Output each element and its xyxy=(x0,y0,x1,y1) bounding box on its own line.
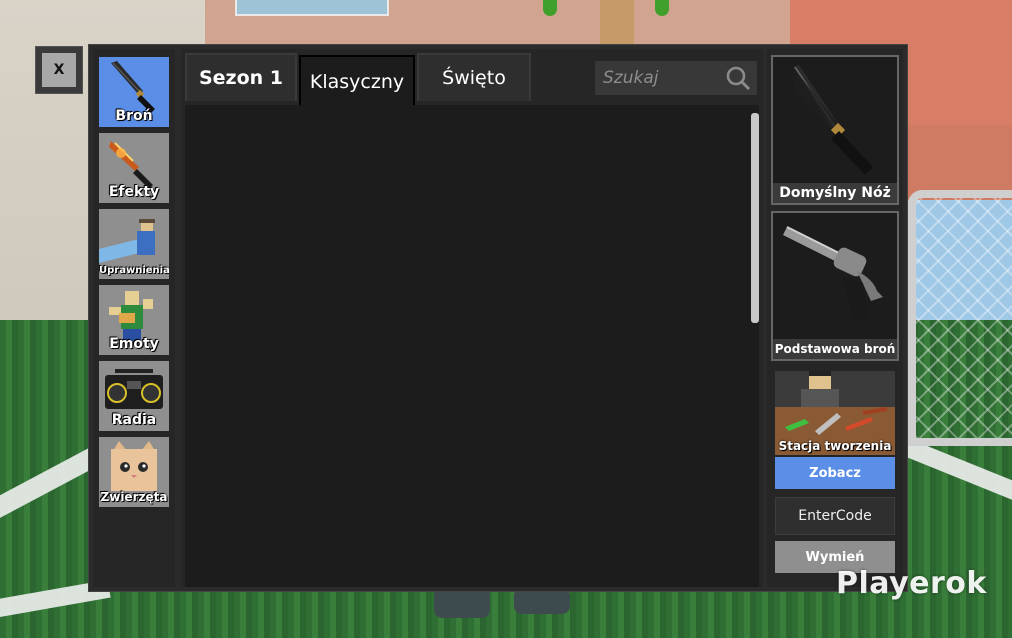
inventory-panel: Broń Efekty Uprawnienia Emoty Radia Zwie… xyxy=(88,44,908,592)
category-label: Radia xyxy=(111,412,157,428)
category-weapons[interactable]: Broń xyxy=(99,57,169,127)
watermark-text: Playerok xyxy=(836,566,987,601)
category-label: Broń xyxy=(115,108,153,124)
default-knife-icon xyxy=(792,65,873,175)
equipped-gun-slot[interactable]: Podstawowa broń xyxy=(771,211,899,361)
items-grid xyxy=(185,105,759,587)
category-label: Efekty xyxy=(108,184,160,200)
category-label: Zwierzęta xyxy=(100,490,168,504)
search-input[interactable] xyxy=(595,61,719,95)
category-pets[interactable]: Zwierzęta xyxy=(99,437,169,507)
equipped-knife-slot[interactable]: Domyślny Nóż xyxy=(771,55,899,205)
equipped-gun-label: Podstawowa broń xyxy=(773,339,897,359)
search-icon[interactable] xyxy=(725,65,751,91)
category-effects[interactable]: Efekty xyxy=(99,133,169,203)
category-perks[interactable]: Uprawnienia xyxy=(99,209,169,279)
search-box xyxy=(595,61,757,95)
items-area: Sezon 1 Klasyczny Święto xyxy=(181,49,763,587)
crafting-label: Stacja tworzenia xyxy=(778,439,892,453)
tab-season-1[interactable]: Sezon 1 xyxy=(185,53,297,101)
enter-code-input[interactable] xyxy=(775,497,895,535)
player-foot xyxy=(434,588,490,618)
equipped-panel: Domyślny Nóż Podstawowa broń Stacja twor… xyxy=(767,49,903,587)
tab-classic[interactable]: Klasyczny xyxy=(299,55,415,107)
category-label: Uprawnienia xyxy=(99,265,169,276)
tab-holiday[interactable]: Święto xyxy=(417,53,531,101)
category-emotes[interactable]: Emoty xyxy=(99,285,169,355)
category-radios[interactable]: Radia xyxy=(99,361,169,431)
close-button[interactable]: X xyxy=(42,53,76,87)
soccer-goal xyxy=(908,190,1012,446)
close-button-frame: X xyxy=(35,46,83,94)
crafting-station: Stacja tworzenia Zobacz xyxy=(775,371,895,489)
view-crafting-button[interactable]: Zobacz xyxy=(775,457,895,489)
revolver-icon xyxy=(783,226,883,323)
scrollbar[interactable] xyxy=(751,113,759,323)
equipped-knife-label: Domyślny Nóż xyxy=(773,183,897,203)
category-label: Emoty xyxy=(109,336,159,352)
category-sidebar: Broń Efekty Uprawnienia Emoty Radia Zwie… xyxy=(93,49,175,587)
